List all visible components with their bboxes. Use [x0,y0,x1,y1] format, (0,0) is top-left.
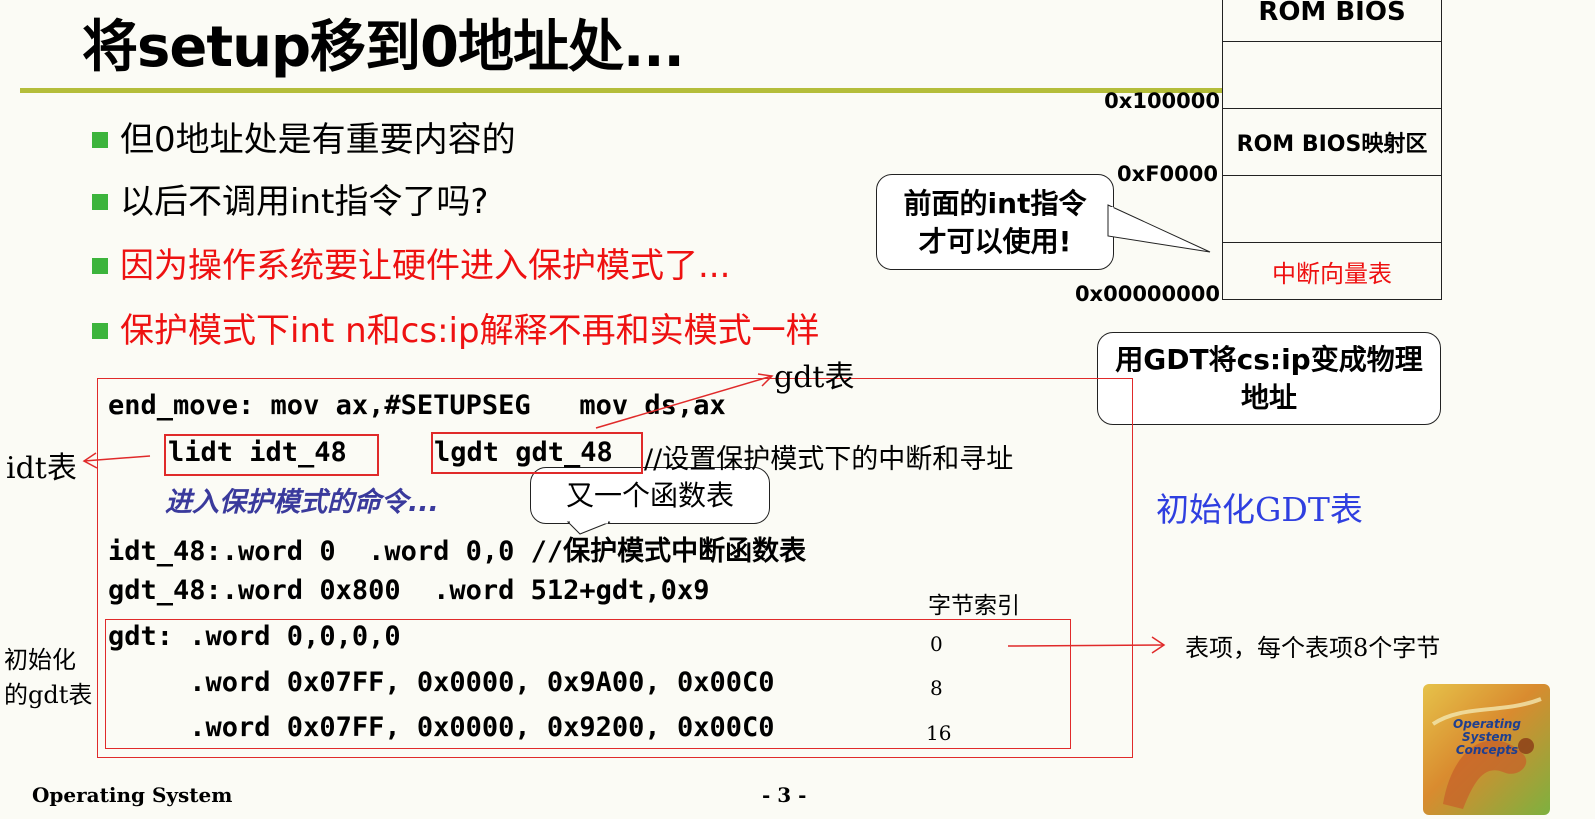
connector-arrows [82,204,1211,654]
footer-page-number: - 3 - [762,783,807,807]
footer-left: Operating System [32,783,233,807]
book-cover-logo: Operating System Concepts [1423,684,1550,815]
logo-text: Operating System Concepts [1453,717,1521,757]
